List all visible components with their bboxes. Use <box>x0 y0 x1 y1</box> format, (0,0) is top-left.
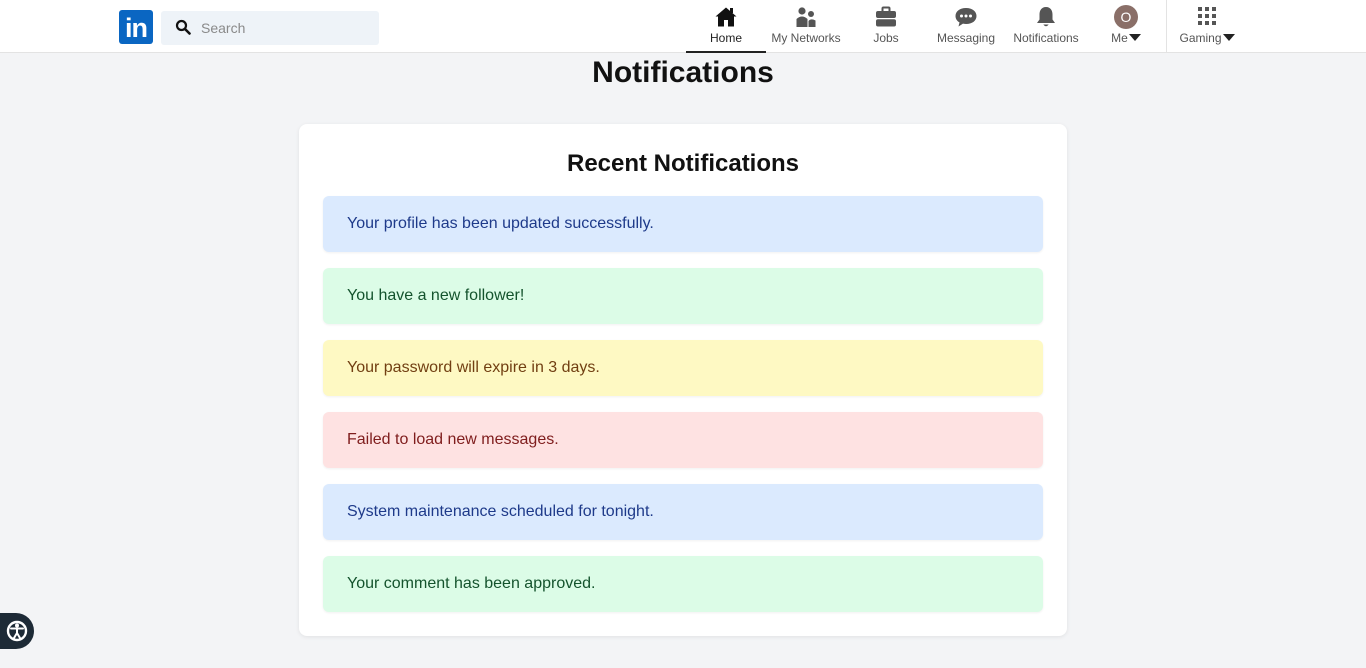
notification-item[interactable]: Your comment has been approved. <box>323 556 1043 612</box>
notification-item[interactable]: Your profile has been updated successful… <box>323 196 1043 252</box>
people-icon <box>796 7 816 27</box>
nav-home-label: Home <box>709 31 742 45</box>
nav-jobs[interactable]: Jobs <box>846 0 926 52</box>
nav-gaming-label: Gaming <box>1167 31 1247 45</box>
chat-icon <box>955 8 977 27</box>
nav-me-text: Me <box>1111 31 1128 45</box>
nav-messaging-label: Messaging <box>936 31 996 45</box>
card-title: Recent Notifications <box>566 150 800 177</box>
nav-gaming[interactable]: Gaming <box>1167 0 1247 52</box>
notifications-card: Recent Notifications Your profile has be… <box>299 124 1067 636</box>
nav-notifications-label: Notifications <box>1013 31 1079 45</box>
notification-item[interactable]: Your password will expire in 3 days. <box>323 340 1043 396</box>
grid-icon <box>1198 7 1216 25</box>
page-title: Notifications <box>592 56 774 89</box>
accessibility-icon <box>6 620 28 642</box>
nav-my-networks-label: My Networks <box>771 31 841 45</box>
nav-messaging[interactable]: Messaging <box>926 0 1006 52</box>
caret-down-icon <box>1222 34 1235 42</box>
search-icon <box>175 19 191 35</box>
search-input[interactable] <box>201 11 371 45</box>
nav-notifications[interactable]: Notifications <box>1006 0 1086 52</box>
notification-item[interactable]: System maintenance scheduled for tonight… <box>323 484 1043 540</box>
accessibility-button[interactable] <box>0 613 34 649</box>
linkedin-logo[interactable]: in <box>119 10 153 44</box>
nav-jobs-label: Jobs <box>873 31 899 45</box>
notification-item[interactable]: You have a new follower! <box>323 268 1043 324</box>
nav-my-networks[interactable]: My Networks <box>766 0 846 52</box>
top-navbar: in Home My Networks Jobs <box>0 0 1366 53</box>
nav-gaming-text: Gaming <box>1179 31 1222 45</box>
avatar: O <box>1114 5 1138 29</box>
home-icon <box>715 7 737 27</box>
bell-icon <box>1037 7 1055 27</box>
nav-home[interactable]: Home <box>686 0 766 53</box>
nav-me[interactable]: O Me <box>1086 0 1166 52</box>
caret-down-icon <box>1128 34 1141 42</box>
notification-item[interactable]: Failed to load new messages. <box>323 412 1043 468</box>
nav-me-label: Me <box>1086 31 1166 45</box>
briefcase-icon <box>876 6 896 27</box>
search-box[interactable] <box>161 11 379 45</box>
